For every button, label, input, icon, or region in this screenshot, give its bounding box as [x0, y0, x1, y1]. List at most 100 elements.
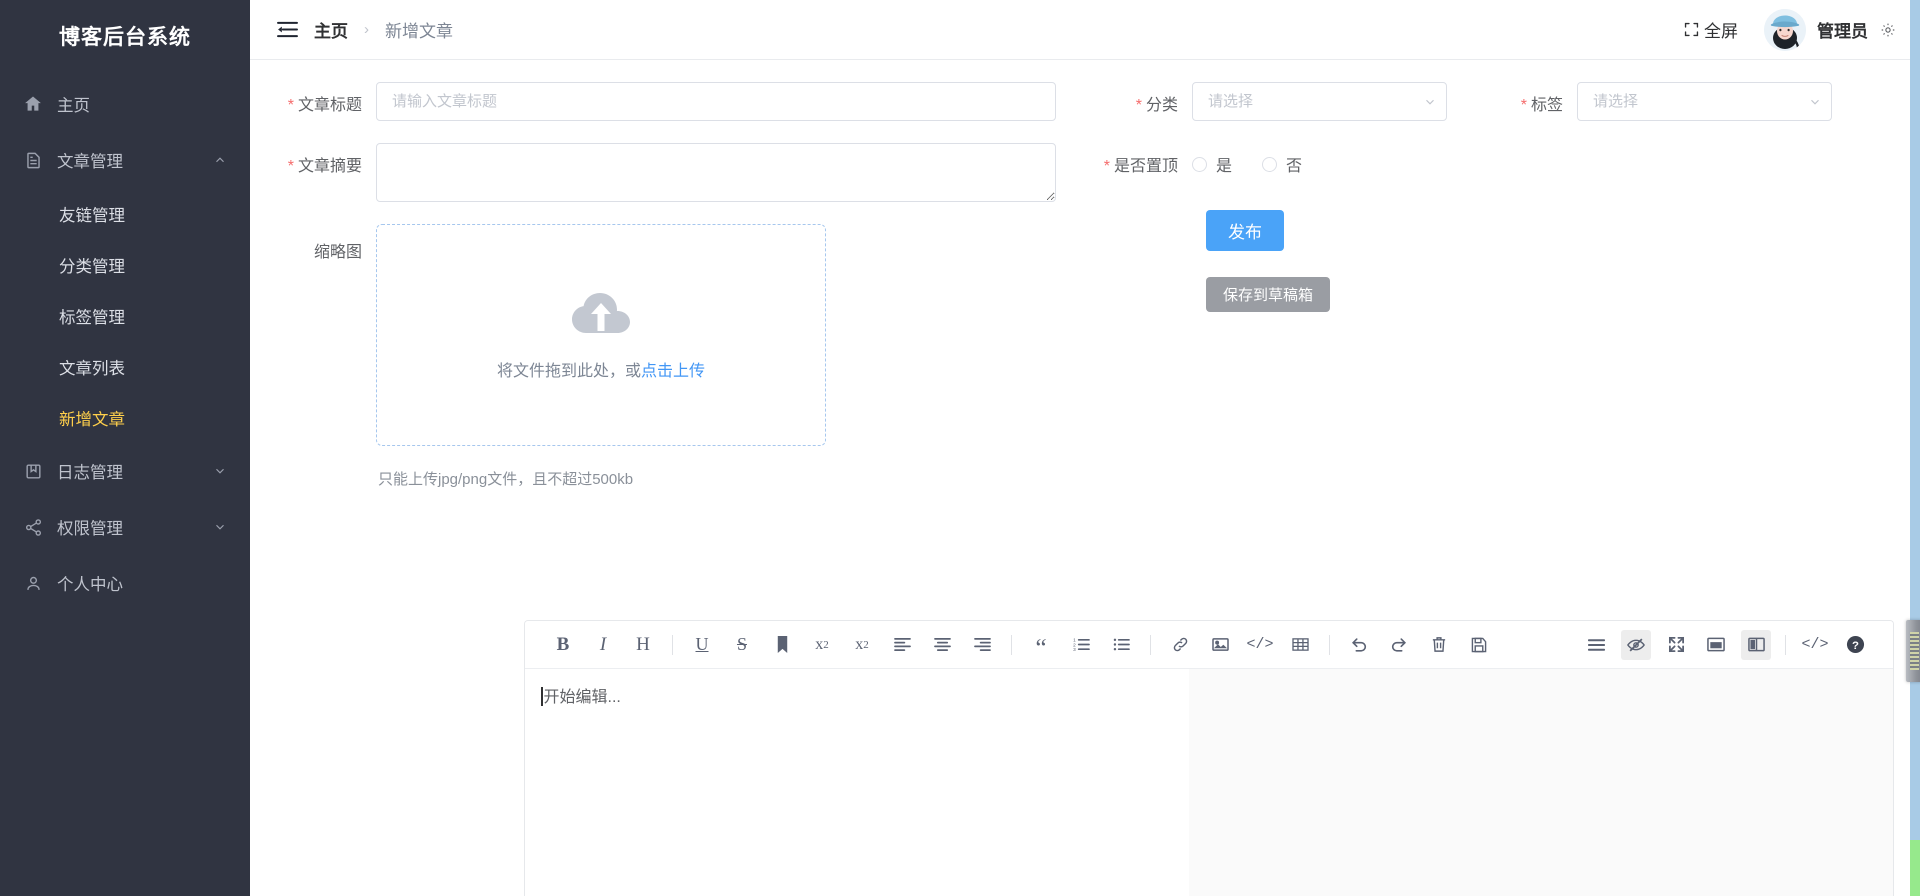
- username-label: 管理员: [1817, 22, 1868, 41]
- pin-to-top-radio-group: 是 否: [1192, 143, 1302, 176]
- tag-label: * 标签: [1491, 82, 1577, 115]
- article-summary-label: * 文章摘要: [266, 143, 376, 176]
- pin-radio-no[interactable]: 否: [1262, 152, 1302, 176]
- expand-fullscreen-icon[interactable]: [1661, 630, 1691, 660]
- fullscreen-button[interactable]: 全屏: [1682, 17, 1738, 42]
- category-select[interactable]: [1192, 82, 1447, 121]
- sidebar-item-home[interactable]: 主页: [0, 76, 250, 132]
- sidebar-subitem-category-management[interactable]: 分类管理: [0, 239, 250, 290]
- code-icon[interactable]: </>: [1245, 630, 1275, 660]
- italic-icon[interactable]: I: [588, 630, 618, 660]
- sidebar-subitem-friend-links[interactable]: 友链管理: [0, 188, 250, 239]
- ordered-list-icon[interactable]: 123: [1066, 630, 1096, 660]
- sidebar: 博客后台系统 主页 文章管理 友链管理 分类管理 标签管理 文章列表 新增文章 …: [0, 0, 250, 896]
- app-root: 博客后台系统 主页 文章管理 友链管理 分类管理 标签管理 文章列表 新增文章 …: [0, 0, 1920, 896]
- sidebar-subitem-new-article[interactable]: 新增文章: [0, 392, 250, 443]
- source-code-icon[interactable]: </>: [1800, 630, 1830, 660]
- label-text: 分类: [1145, 97, 1178, 114]
- sidebar-item-personal-center[interactable]: 个人中心: [0, 555, 250, 611]
- editor-toolbar-right-group: </> ?: [1576, 629, 1875, 660]
- thumbnail-upload-dropzone[interactable]: 将文件拖到此处，或点击上传: [376, 224, 826, 446]
- preview-window-icon[interactable]: [1701, 630, 1731, 660]
- save-icon[interactable]: [1464, 630, 1494, 660]
- sidebar-item-label: 权限管理: [57, 520, 123, 538]
- label-text: 标签: [1530, 97, 1563, 114]
- split-view-icon[interactable]: [1741, 629, 1771, 660]
- upload-drop-text: 将文件拖到此处，或: [496, 363, 641, 380]
- pin-radio-yes-label: 是: [1216, 158, 1233, 175]
- quote-icon[interactable]: “: [1026, 630, 1056, 661]
- publish-button[interactable]: 发布: [1206, 210, 1284, 251]
- upload-hint-text: 只能上传jpg/png文件，且不超过500kb: [378, 471, 634, 488]
- undo-icon[interactable]: [1344, 630, 1374, 660]
- topbar-right: 全屏 管理员: [1682, 8, 1896, 51]
- sidebar-subitem-label: 文章列表: [59, 359, 125, 378]
- help-icon[interactable]: ?: [1840, 630, 1870, 660]
- editor-text-input[interactable]: 开始编辑...: [525, 669, 1189, 896]
- bookmark-icon[interactable]: [767, 630, 797, 660]
- toolbar-separator: [1150, 634, 1151, 655]
- align-right-icon[interactable]: [967, 630, 997, 660]
- share-icon: [22, 516, 44, 538]
- sidebar-item-permission-management[interactable]: 权限管理: [0, 499, 250, 555]
- field-row-article-title: * 文章标题: [266, 82, 1080, 121]
- editor-body: 开始编辑...: [525, 669, 1893, 896]
- trash-icon[interactable]: [1424, 630, 1454, 660]
- table-icon[interactable]: [1285, 630, 1315, 660]
- book-icon: [22, 460, 44, 482]
- breadcrumb-current: 新增文章: [385, 22, 453, 41]
- scrollbar-thumb[interactable]: [1906, 620, 1920, 682]
- required-marker: *: [1520, 97, 1527, 114]
- image-icon[interactable]: [1205, 630, 1235, 660]
- home-icon: [22, 93, 44, 115]
- breadcrumb: 主页 › 新增文章: [276, 17, 453, 42]
- sidebar-item-log-management[interactable]: 日志管理: [0, 443, 250, 499]
- article-title-label: * 文章标题: [266, 82, 376, 115]
- required-marker: *: [287, 158, 294, 175]
- sidebar-subitem-label: 标签管理: [59, 308, 125, 327]
- form-right-column: * 分类 *标签: [1080, 82, 1894, 489]
- sidebar-subitem-label: 友链管理: [59, 206, 125, 225]
- toolbar-separator: [1785, 634, 1786, 655]
- editor-toolbar-left-group: B I H U S x2 x2 “ 1 2 3 </>: [543, 630, 1499, 661]
- align-left-icon[interactable]: [887, 630, 917, 660]
- category-select-input[interactable]: [1192, 82, 1447, 121]
- chevron-up-icon[interactable]: [212, 152, 228, 168]
- upload-click-link[interactable]: 点击上传: [641, 363, 705, 380]
- collapse-menu-icon[interactable]: [276, 19, 298, 41]
- strikethrough-icon[interactable]: S: [727, 630, 757, 660]
- eye-slash-icon[interactable]: [1621, 629, 1651, 660]
- page-scrollbar[interactable]: [1906, 0, 1920, 896]
- field-row-tag: * 标签: [1491, 82, 1832, 121]
- article-title-input[interactable]: [376, 82, 1056, 121]
- chevron-down-icon[interactable]: [212, 463, 228, 479]
- pin-radio-yes[interactable]: 是: [1192, 152, 1232, 176]
- tag-select[interactable]: [1577, 82, 1832, 121]
- article-summary-textarea[interactable]: [376, 143, 1056, 202]
- align-center-icon[interactable]: [927, 630, 957, 660]
- save-draft-button[interactable]: 保存到草稿箱: [1206, 277, 1331, 312]
- underline-icon[interactable]: U: [687, 630, 717, 660]
- sidebar-subitem-tag-management[interactable]: 标签管理: [0, 290, 250, 341]
- redo-icon[interactable]: [1384, 630, 1414, 660]
- subscript-icon[interactable]: x2: [847, 630, 877, 660]
- sidebar-item-article-management[interactable]: 文章管理: [0, 132, 250, 188]
- link-icon[interactable]: [1165, 630, 1195, 660]
- bold-icon[interactable]: B: [548, 630, 578, 660]
- chevron-down-icon[interactable]: [212, 519, 228, 535]
- unordered-list-icon[interactable]: [1106, 630, 1136, 660]
- pin-radio-no-label: 否: [1286, 158, 1303, 175]
- gear-icon[interactable]: [1879, 21, 1896, 38]
- breadcrumb-home[interactable]: 主页: [314, 17, 348, 42]
- breadcrumb-separator: ›: [364, 21, 369, 38]
- outline-icon[interactable]: [1581, 630, 1611, 660]
- tag-select-input[interactable]: [1577, 82, 1832, 121]
- scrollbar-bottom-marker: [1910, 840, 1920, 896]
- heading-icon[interactable]: H: [628, 630, 658, 660]
- sidebar-item-label: 主页: [57, 97, 90, 115]
- sidebar-subitem-article-list[interactable]: 文章列表: [0, 341, 250, 392]
- fullscreen-label: 全屏: [1704, 22, 1738, 41]
- user-menu[interactable]: 管理员: [1764, 8, 1896, 51]
- superscript-icon[interactable]: x2: [807, 630, 837, 660]
- main-area: 主页 › 新增文章 全屏 管理员 * 文章标题 请输入文章标题 * 文章摘要 缩…: [250, 0, 1920, 896]
